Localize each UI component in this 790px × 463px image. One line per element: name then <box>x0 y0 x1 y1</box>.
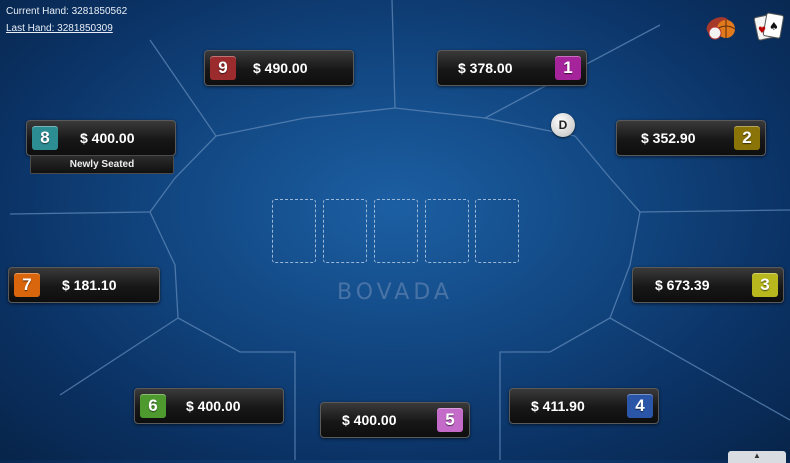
seat-9[interactable]: 9 $ 490.00 <box>204 50 354 86</box>
seat-stack: $ 181.10 <box>62 277 117 293</box>
seat-number-badge: 5 <box>437 408 463 432</box>
expand-panel-tab[interactable]: ▲ <box>728 451 786 463</box>
seat-stack: $ 490.00 <box>253 60 308 76</box>
seat-stack: $ 378.00 <box>458 60 513 76</box>
seat-7[interactable]: 7 $ 181.10 <box>8 267 160 303</box>
seat-8[interactable]: 8 $ 400.00 <box>26 120 176 156</box>
seat-number-badge: 3 <box>752 273 778 297</box>
seat-stack: $ 400.00 <box>342 412 397 428</box>
svg-text:♥: ♥ <box>758 26 766 36</box>
seat-3[interactable]: $ 673.39 3 <box>632 267 784 303</box>
seat-stack: $ 400.00 <box>186 398 241 414</box>
seat-5[interactable]: $ 400.00 5 <box>320 402 470 438</box>
board-card-slot <box>475 199 519 263</box>
seat-status-label: Newly Seated <box>30 155 174 174</box>
playing-cards-icon[interactable]: ♠ ♥ <box>752 9 786 43</box>
last-hand-link[interactable]: Last Hand: 3281850309 <box>6 23 113 35</box>
seat-number-badge: 7 <box>14 273 40 297</box>
current-hand-label: Current Hand: 3281850562 <box>6 6 128 17</box>
board-card-slot <box>374 199 418 263</box>
seat-2[interactable]: $ 352.90 2 <box>616 120 766 156</box>
seat-number-badge: 9 <box>210 56 236 80</box>
board-card-slot <box>425 199 469 263</box>
seat-6[interactable]: 6 $ 400.00 <box>134 388 284 424</box>
seat-stack: $ 411.90 <box>531 398 585 414</box>
seat-stack: $ 673.39 <box>655 277 710 293</box>
sports-balls-icon[interactable] <box>704 9 738 43</box>
board-card-slot <box>272 199 316 263</box>
seat-stack: $ 352.90 <box>641 130 696 146</box>
seat-number-badge: 4 <box>627 394 653 418</box>
board-card-slot <box>323 199 367 263</box>
svg-text:♠: ♠ <box>769 20 779 33</box>
seat-number-badge: 8 <box>32 126 58 150</box>
seat-number-badge: 2 <box>734 126 760 150</box>
seat-number-badge: 1 <box>555 56 581 80</box>
dealer-button: D <box>551 113 575 137</box>
seat-1[interactable]: $ 378.00 1 <box>437 50 587 86</box>
table-logo: BOVADA <box>337 280 453 305</box>
seat-stack: $ 400.00 <box>80 130 135 146</box>
seat-4[interactable]: $ 411.90 4 <box>509 388 659 424</box>
seat-number-badge: 6 <box>140 394 166 418</box>
